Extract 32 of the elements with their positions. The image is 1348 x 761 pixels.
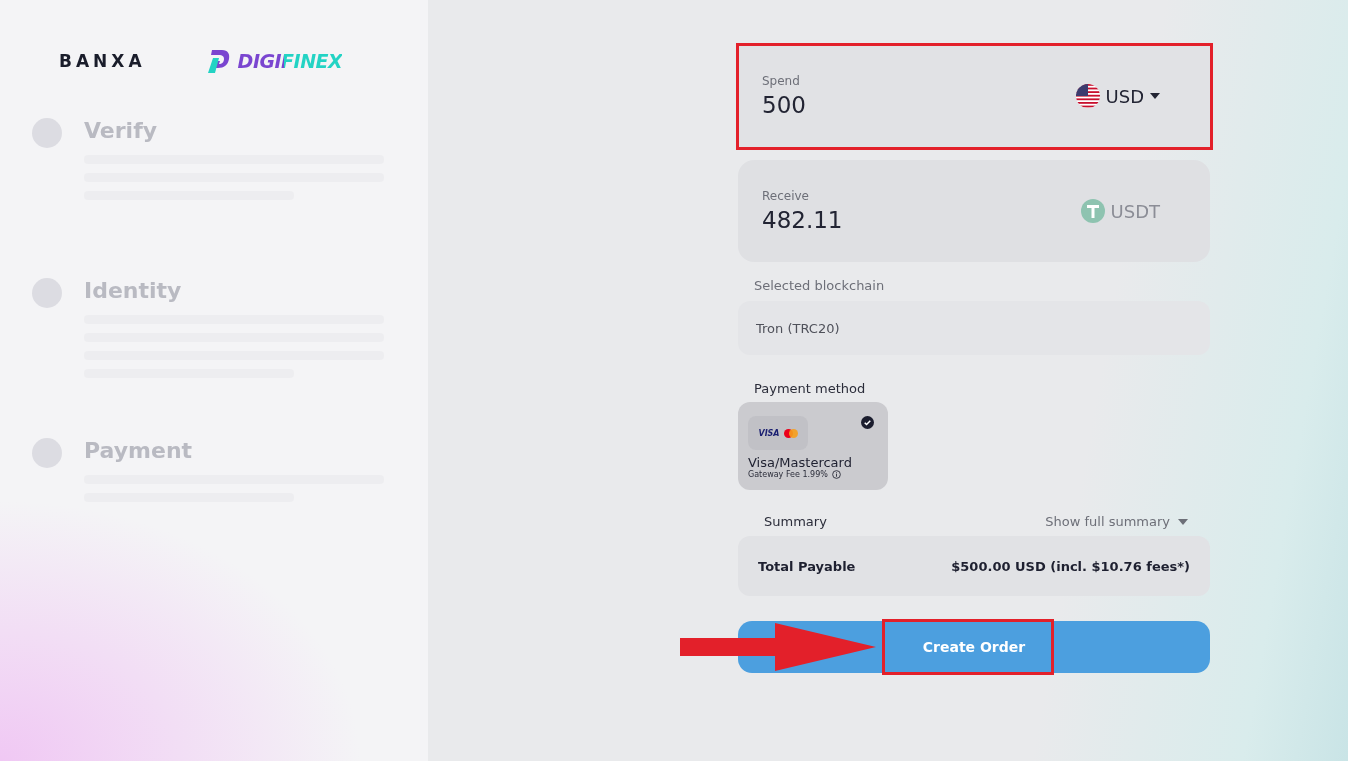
payment-method-card[interactable]: VISA Visa/Mastercard Gateway Fee 1.99% (738, 402, 888, 490)
step-title: Identity (84, 278, 183, 303)
currency-dropdown[interactable]: USD (1075, 84, 1160, 108)
field-label: Selected blockchain (753, 278, 886, 293)
step-indicator (32, 118, 62, 148)
field-label: Spend (762, 74, 801, 88)
field-label: Receive (762, 189, 810, 203)
info-icon[interactable] (831, 470, 841, 479)
visa-logo: VISA (758, 428, 780, 438)
spend-amount[interactable]: 500 (762, 92, 806, 118)
mastercard-icon (783, 428, 798, 438)
banxa-logo: BANXA (59, 51, 146, 71)
step-title: Verify (84, 118, 159, 143)
receive-amount: 482.11 (762, 207, 843, 233)
caret-icon (1150, 93, 1160, 99)
digifinex-logo-icon (205, 48, 232, 74)
show-summary-toggle[interactable]: Show full summary (1045, 514, 1188, 529)
payment-method-name: Visa/Mastercard (748, 455, 853, 470)
caret-icon (1178, 518, 1188, 525)
total-label: Total Payable (758, 558, 856, 574)
blockchain-field[interactable]: Tron (TRC20) (738, 301, 1210, 355)
step-indicator (32, 278, 62, 308)
step-indicator (32, 438, 62, 468)
total-value: $500.00 USD (incl. $10.76 fees*) (951, 558, 1190, 574)
gateway-fee: Gateway Fee 1.99% (748, 470, 828, 479)
check-icon (861, 416, 874, 429)
us-flag-icon (1075, 84, 1100, 108)
tether-icon (1080, 199, 1105, 223)
receive-currency: USDT (1080, 199, 1160, 223)
section-label: Payment method (753, 381, 867, 396)
section-label: Summary (764, 514, 827, 529)
step-title: Payment (84, 438, 194, 463)
